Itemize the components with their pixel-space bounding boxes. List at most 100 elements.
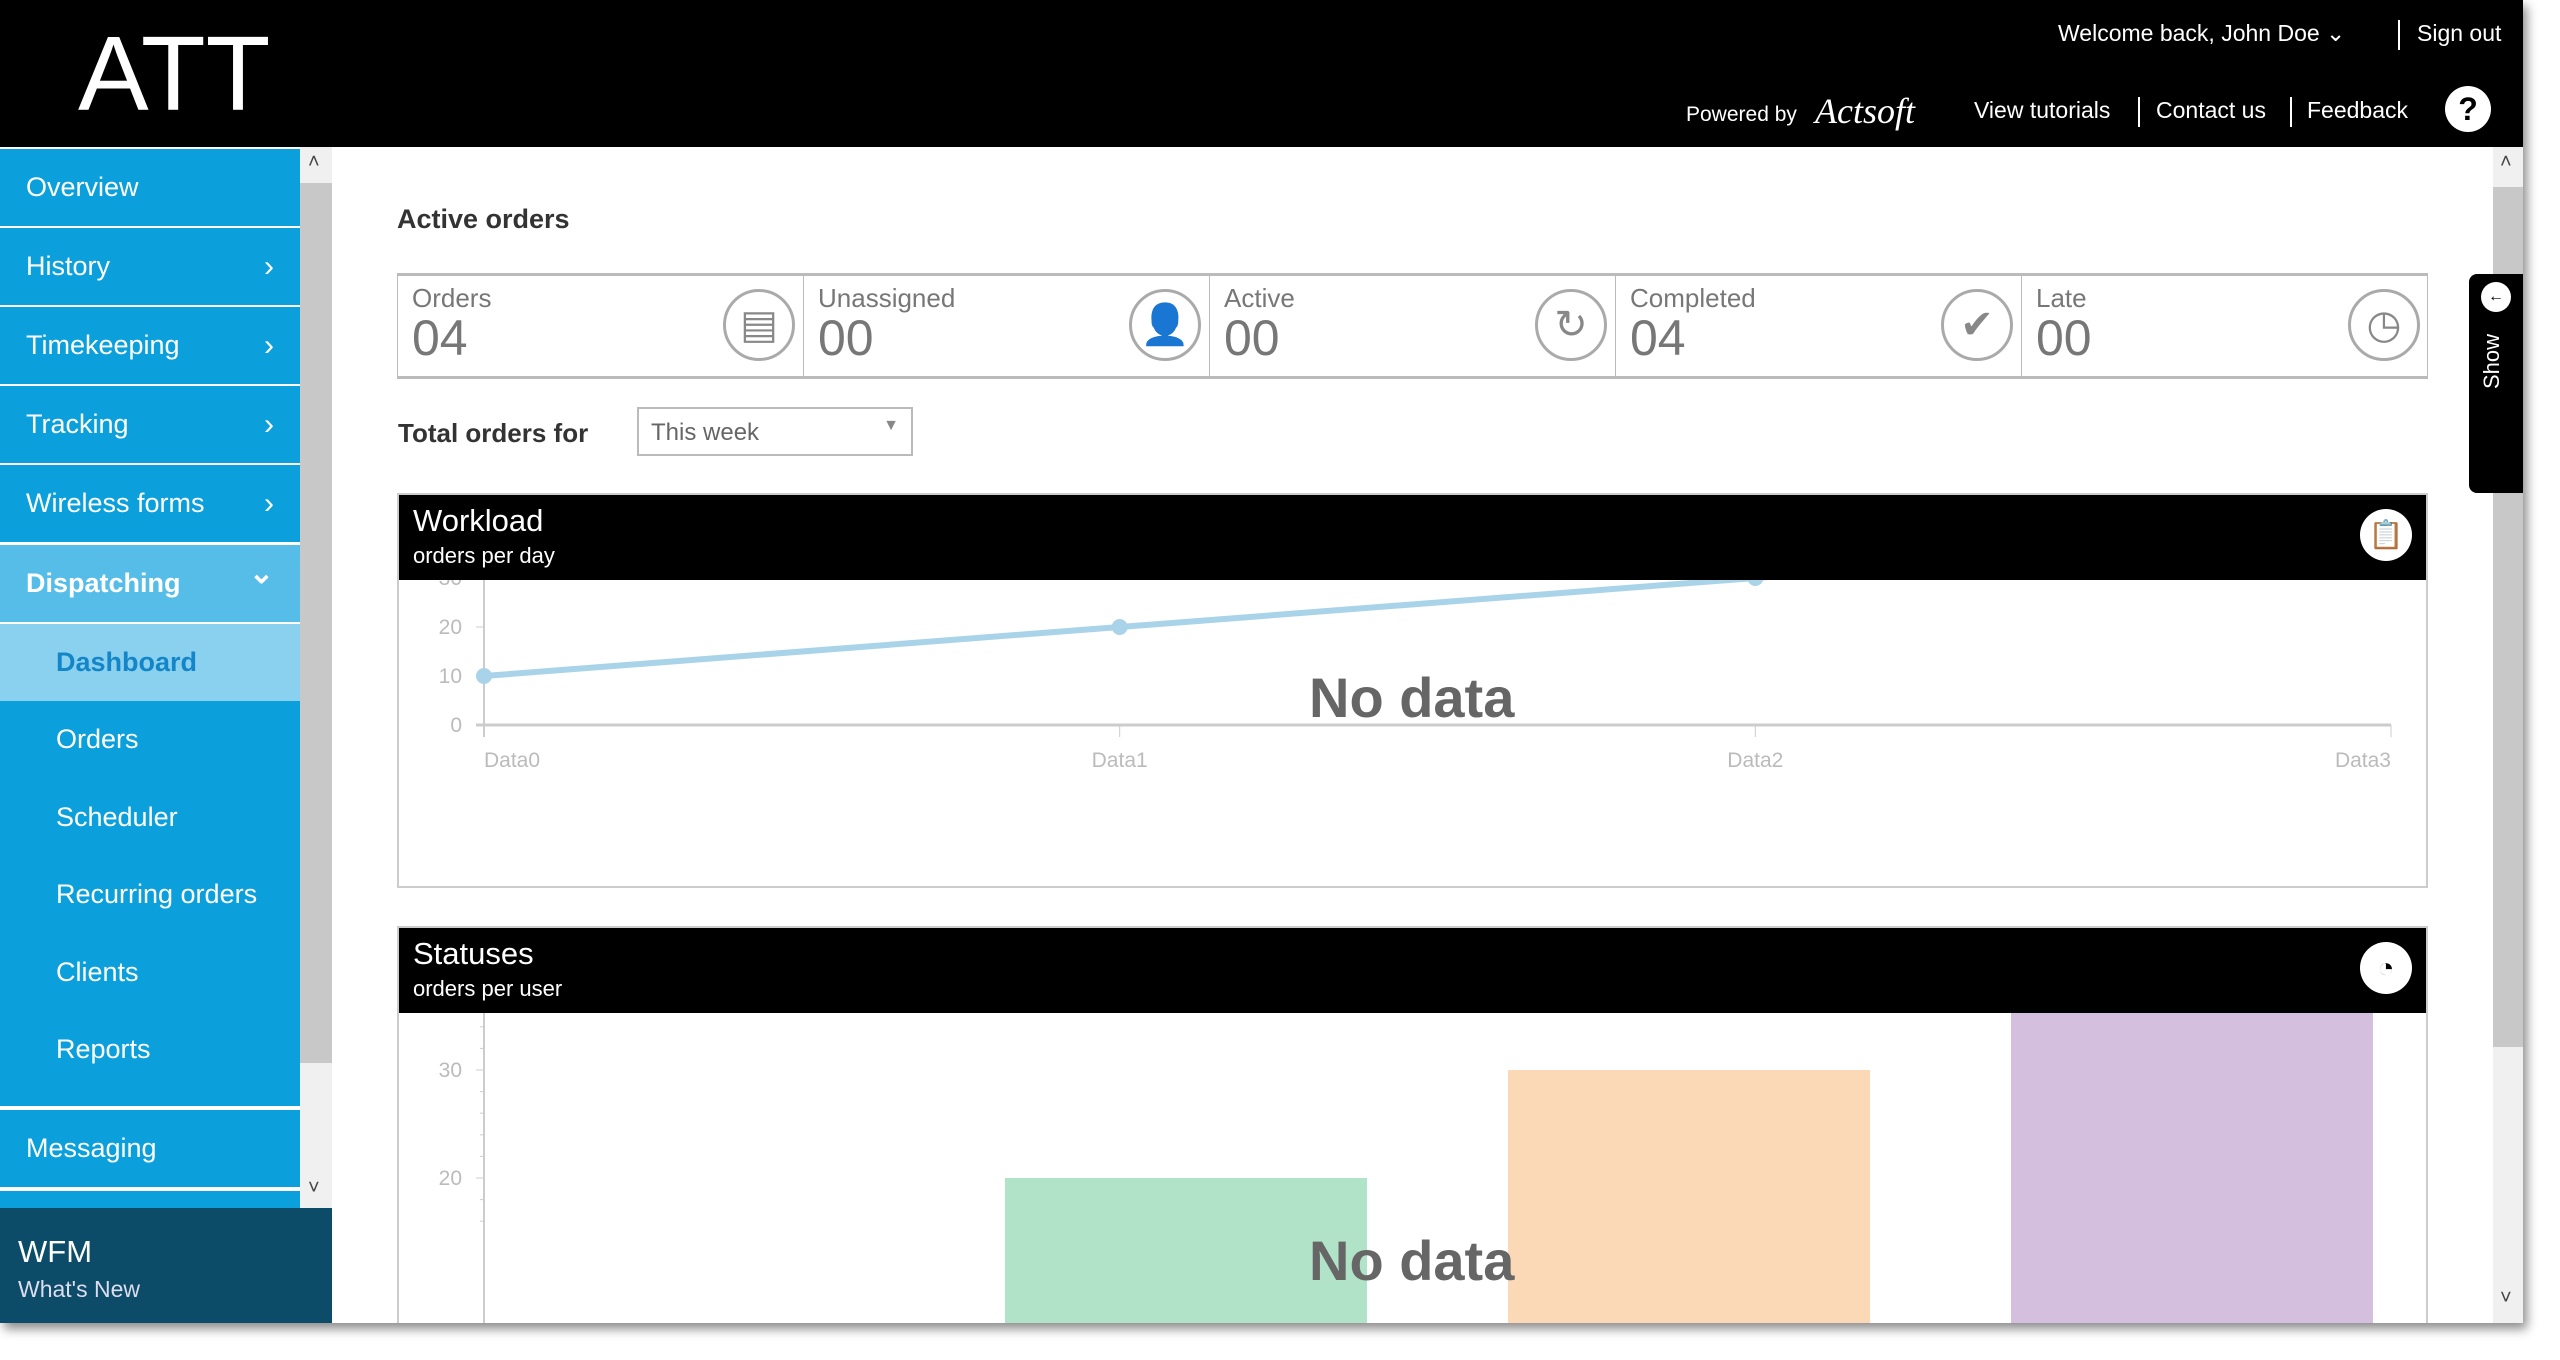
scroll-down-icon[interactable]: ˅ bbox=[2500, 1287, 2512, 1310]
chevron-right-icon: › bbox=[264, 408, 274, 441]
sidebar-item-dispatching[interactable]: Dispatching ⌄ bbox=[0, 545, 300, 622]
stat-card-late[interactable]: Late 00 ◷ bbox=[2021, 273, 2428, 379]
sidebar-subitem-scheduler[interactable]: Scheduler bbox=[0, 779, 300, 856]
sidebar-item-overview[interactable]: Overview bbox=[0, 149, 300, 226]
panel-title: Statuses bbox=[413, 936, 534, 971]
sidebar-item-label: Timekeeping bbox=[26, 330, 180, 360]
sidebar-subitem-recurring-orders[interactable]: Recurring orders bbox=[0, 856, 300, 933]
sidebar-subitem-dashboard[interactable]: Dashboard bbox=[0, 624, 300, 701]
workload-panel: Workload orders per day 📋 010203040Data0… bbox=[397, 493, 2428, 888]
divider bbox=[2138, 97, 2140, 127]
divider bbox=[2398, 20, 2400, 50]
sidebar-subitem-clients[interactable]: Clients bbox=[0, 934, 300, 1011]
whats-new-link[interactable]: What's New bbox=[18, 1276, 140, 1303]
logo: ATT bbox=[78, 15, 271, 133]
user-menu[interactable]: Welcome back, John Doe ⌄ bbox=[2058, 20, 2345, 47]
y-tick-label: 20 bbox=[439, 616, 462, 639]
stat-card-orders[interactable]: Orders 04 ▤ bbox=[397, 273, 803, 379]
check-icon: ✔ bbox=[1941, 289, 2013, 361]
welcome-text: Welcome back, John Doe bbox=[2058, 20, 2320, 46]
x-tick-label: Data3 bbox=[2335, 749, 2391, 772]
powered-by-text: Powered by bbox=[1686, 103, 1797, 126]
stat-value: 00 bbox=[2036, 310, 2092, 366]
sign-out-link[interactable]: Sign out bbox=[2417, 20, 2501, 47]
period-select[interactable]: This week ▼ bbox=[637, 407, 913, 456]
sidebar-item-label: Tracking bbox=[26, 409, 129, 439]
sidebar: Overview History › Timekeeping › Tracking ›… bbox=[0, 147, 300, 1208]
filter-label: Total orders for bbox=[398, 418, 589, 448]
sidebar-item-label: Overview bbox=[26, 172, 139, 202]
contact-us-link[interactable]: Contact us bbox=[2156, 97, 2266, 124]
sidebar-item-wireless-forms[interactable]: Wireless forms › bbox=[0, 465, 300, 542]
clock-icon: ◷ bbox=[2348, 289, 2420, 361]
panel-subtitle: orders per user bbox=[413, 976, 563, 1001]
chevron-right-icon: › bbox=[264, 250, 274, 283]
pie-chart-icon[interactable]: ◔ bbox=[2360, 942, 2412, 994]
stat-value: 00 bbox=[1224, 310, 1280, 366]
chevron-right-icon: › bbox=[264, 329, 274, 362]
scroll-up-icon[interactable]: ˄ bbox=[308, 151, 320, 174]
workload-chart: 010203040Data0Data1Data2Data3 bbox=[439, 580, 2392, 772]
scroll-down-icon[interactable]: ˅ bbox=[308, 1177, 320, 1200]
wfm-title: WFM bbox=[18, 1234, 93, 1269]
view-tutorials-link[interactable]: View tutorials bbox=[1974, 97, 2110, 124]
unassigned-user-icon: 👤 bbox=[1129, 289, 1201, 361]
x-tick-label: Data0 bbox=[484, 749, 540, 772]
sidebar-subitem-orders[interactable]: Orders bbox=[0, 701, 300, 778]
sidebar-item-partial bbox=[0, 1191, 300, 1208]
sidebar-item-messaging[interactable]: Messaging bbox=[0, 1110, 300, 1187]
feedback-link[interactable]: Feedback bbox=[2307, 97, 2408, 124]
show-panel-tab[interactable]: ← Show bbox=[2469, 274, 2523, 493]
show-label: Show bbox=[2479, 334, 2504, 390]
clipboard-icon[interactable]: 📋 bbox=[2360, 509, 2412, 561]
data-point bbox=[1111, 619, 1128, 635]
series-line bbox=[483, 580, 1769, 679]
y-tick-label: 30 bbox=[439, 580, 462, 590]
sidebar-item-tracking[interactable]: Tracking › bbox=[0, 386, 300, 463]
chevron-down-icon: ⌄ bbox=[2326, 20, 2346, 46]
bar bbox=[1508, 1070, 1870, 1323]
sidebar-item-label: Wireless forms bbox=[26, 488, 205, 518]
stat-value: 04 bbox=[412, 310, 468, 366]
refresh-icon: ↻ bbox=[1535, 289, 1607, 361]
help-icon[interactable]: ? bbox=[2445, 86, 2491, 132]
stat-card-completed[interactable]: Completed 04 ✔ bbox=[1615, 273, 2021, 379]
y-tick-label: 10 bbox=[439, 665, 462, 688]
sidebar-item-timekeeping[interactable]: Timekeeping › bbox=[0, 307, 300, 384]
period-select-value: This week bbox=[651, 419, 760, 446]
scroll-up-icon[interactable]: ˄ bbox=[2500, 151, 2512, 174]
sidebar-item-label: History bbox=[26, 251, 111, 281]
sidebar-subitem-reports[interactable]: Reports bbox=[0, 1011, 300, 1088]
arrow-left-icon: ← bbox=[2481, 282, 2511, 312]
panel-header: Workload orders per day 📋 bbox=[399, 495, 2426, 580]
actsoft-logo: Actsoft bbox=[1815, 91, 1915, 131]
stat-value: 00 bbox=[818, 310, 874, 366]
stat-card-active[interactable]: Active 00 ↻ bbox=[1209, 273, 1615, 379]
no-data-overlay: No data bbox=[1309, 1229, 1515, 1292]
panel-title: Workload bbox=[413, 503, 544, 538]
y-tick-label: 20 bbox=[439, 1167, 462, 1190]
top-header: ATT Welcome back, John Doe ⌄ Sign out Po… bbox=[0, 0, 2523, 147]
sidebar-item-history[interactable]: History › bbox=[0, 228, 300, 305]
panel-subtitle: orders per day bbox=[413, 543, 555, 568]
statuses-panel: Statuses orders per user ◔ 203040 No dat… bbox=[397, 926, 2428, 1323]
sidebar-item-label: Dispatching bbox=[26, 568, 181, 598]
dropdown-arrow-icon: ▼ bbox=[883, 417, 899, 434]
y-tick-label: 30 bbox=[439, 1059, 462, 1082]
y-tick-label: 0 bbox=[450, 714, 462, 737]
app-window: ATT Welcome back, John Doe ⌄ Sign out Po… bbox=[0, 0, 2523, 1323]
no-data-overlay: No data bbox=[1309, 666, 1515, 729]
data-point bbox=[1747, 580, 1764, 586]
bar bbox=[2011, 1013, 2373, 1323]
orders-icon: ▤ bbox=[723, 289, 795, 361]
sidebar-scrollbar[interactable]: ˄ ˅ bbox=[300, 147, 332, 1208]
data-point bbox=[476, 668, 492, 684]
stat-value: 04 bbox=[1630, 310, 1686, 366]
scrollbar-thumb[interactable] bbox=[300, 183, 332, 1063]
chevron-right-icon: › bbox=[264, 487, 274, 520]
whats-new-panel[interactable]: WFM What's New bbox=[0, 1208, 332, 1323]
panel-header: Statuses orders per user ◔ bbox=[399, 928, 2426, 1013]
divider bbox=[2290, 97, 2292, 127]
page-title: Active orders bbox=[397, 204, 570, 234]
stat-card-unassigned[interactable]: Unassigned 00 👤 bbox=[803, 273, 1209, 379]
